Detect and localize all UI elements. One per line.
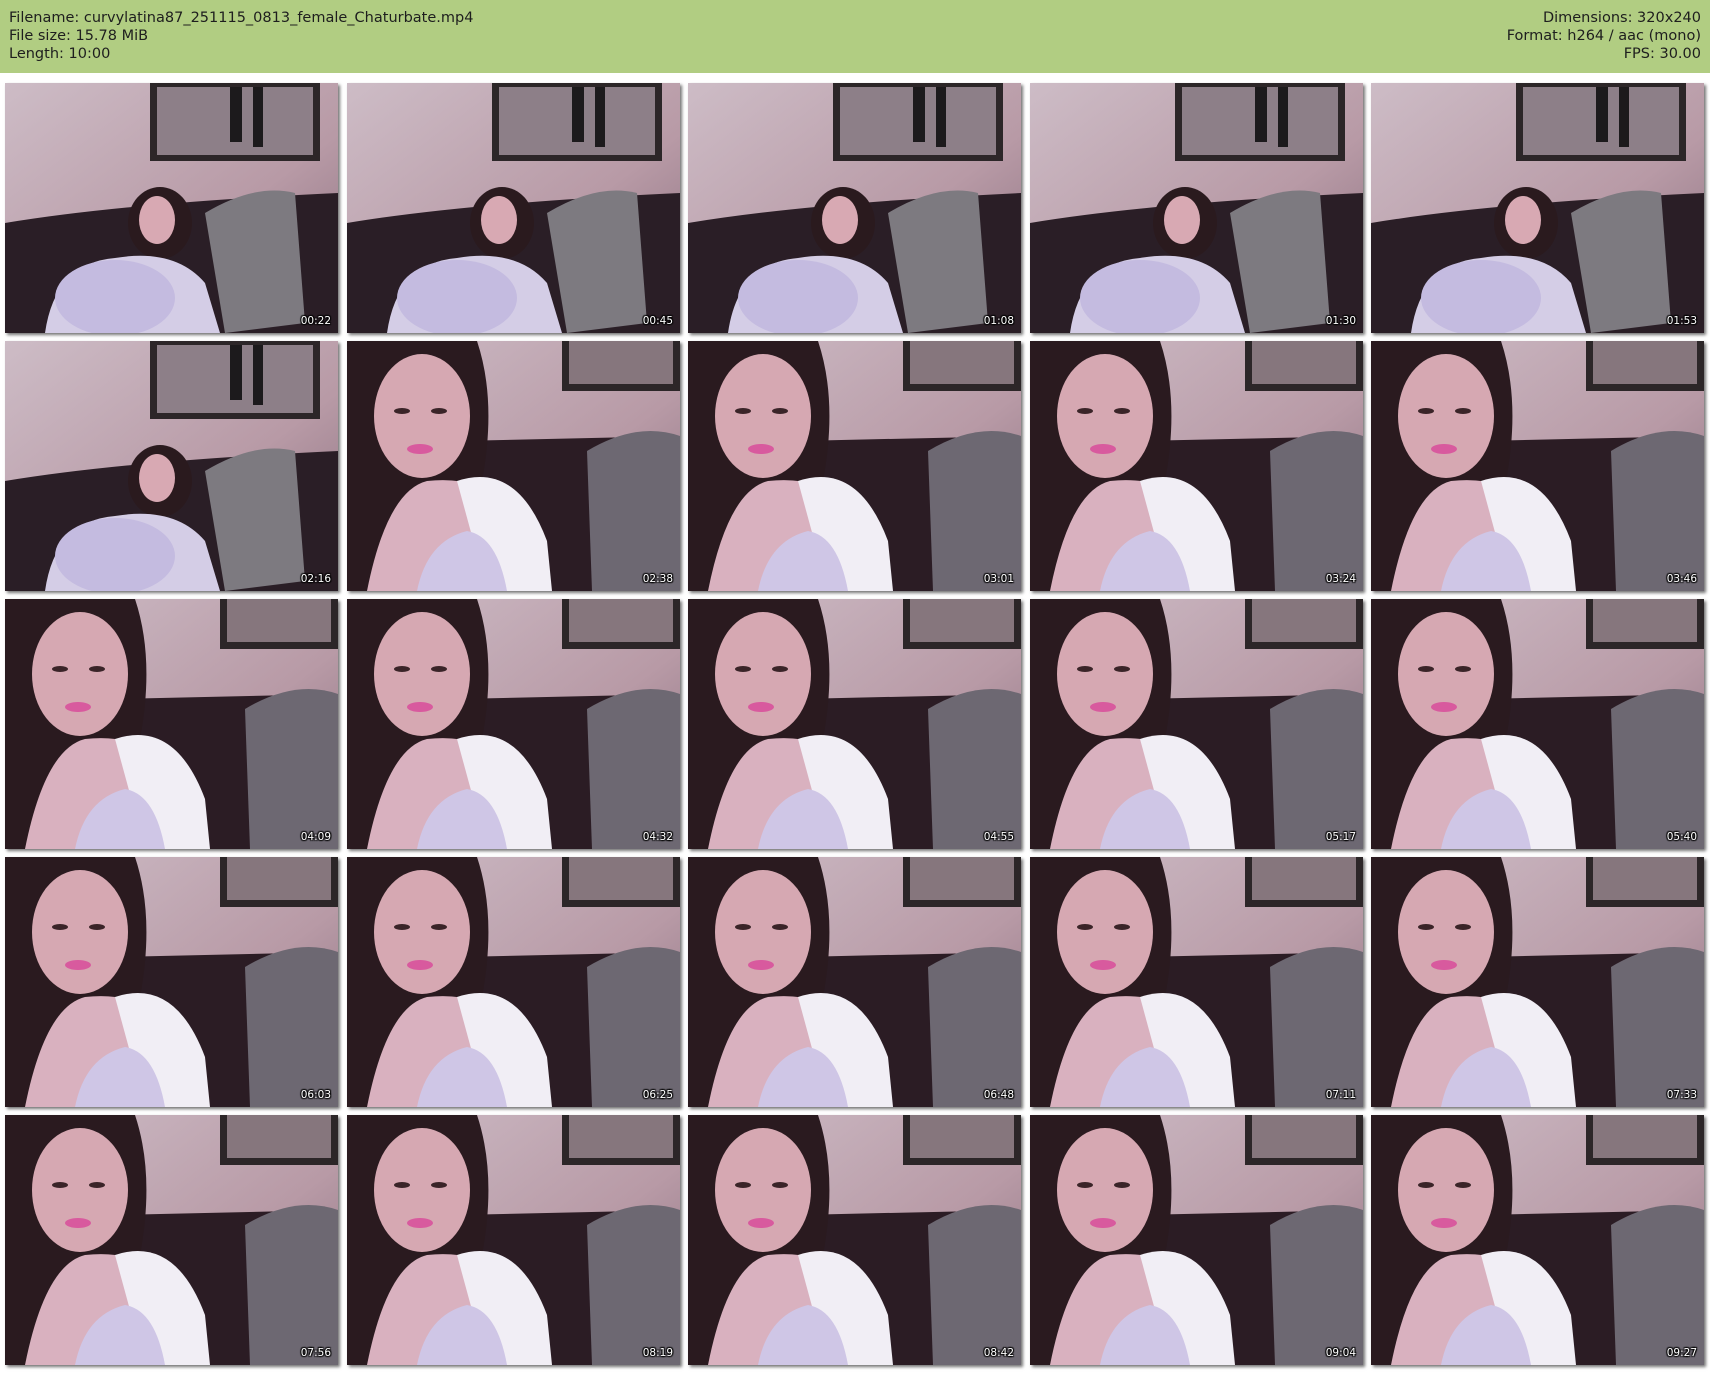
thumbnail-timestamp: 07:11 — [1325, 1089, 1356, 1101]
video-thumbnail: 03:24 — [1030, 341, 1363, 591]
thumbnail-grid: 00:22 00:45 01:08 01:30 01:53 02:16 02:38 03:01… — [5, 83, 1705, 1368]
video-thumbnail: 03:01 — [688, 341, 1021, 591]
video-thumbnail: 04:32 — [347, 599, 680, 849]
dimensions-text: Dimensions: 320x240 — [1542, 10, 1701, 26]
thumbnail-frame-image — [5, 83, 338, 333]
length-text: Length: 10:00 — [9, 46, 111, 62]
thumbnail-timestamp: 09:04 — [1325, 1347, 1356, 1359]
thumbnail-frame-image — [1030, 857, 1363, 1107]
thumbnail-frame-image — [688, 1115, 1021, 1365]
thumbnail-timestamp: 00:45 — [642, 315, 673, 327]
thumbnail-frame-image — [1030, 83, 1363, 333]
thumbnail-timestamp: 02:16 — [300, 573, 331, 585]
thumbnail-frame-image — [1371, 341, 1704, 591]
info-header: Filename: curvylatina87_251115_0813_fema… — [0, 0, 1710, 73]
thumbnail-timestamp: 06:48 — [983, 1089, 1014, 1101]
video-thumbnail: 02:16 — [5, 341, 338, 591]
thumbnail-frame-image — [1371, 857, 1704, 1107]
thumbnail-timestamp: 03:46 — [1666, 573, 1697, 585]
thumbnail-timestamp: 07:56 — [300, 1347, 331, 1359]
thumbnail-frame-image — [1030, 341, 1363, 591]
thumbnail-frame-image — [688, 83, 1021, 333]
thumbnail-timestamp: 01:08 — [983, 315, 1014, 327]
thumbnail-timestamp: 01:53 — [1666, 315, 1697, 327]
video-thumbnail: 03:46 — [1371, 341, 1704, 591]
video-thumbnail: 01:08 — [688, 83, 1021, 333]
thumbnail-frame-image — [347, 83, 680, 333]
thumbnail-timestamp: 09:27 — [1666, 1347, 1697, 1359]
video-thumbnail: 06:03 — [5, 857, 338, 1107]
thumbnail-frame-image — [1371, 83, 1704, 333]
video-thumbnail: 01:53 — [1371, 83, 1704, 333]
video-thumbnail: 07:11 — [1030, 857, 1363, 1107]
video-thumbnail: 02:38 — [347, 341, 680, 591]
video-thumbnail: 05:17 — [1030, 599, 1363, 849]
fps-text: FPS: 30.00 — [1623, 46, 1701, 62]
thumbnail-frame-image — [347, 857, 680, 1107]
filesize-text: File size: 15.78 MiB — [9, 28, 149, 44]
thumbnail-timestamp: 06:25 — [642, 1089, 673, 1101]
file-info-left: Filename: curvylatina87_251115_0813_fema… — [9, 9, 473, 63]
thumbnail-frame-image — [688, 857, 1021, 1107]
thumbnail-frame-image — [688, 599, 1021, 849]
video-thumbnail: 00:45 — [347, 83, 680, 333]
thumbnail-frame-image — [347, 341, 680, 591]
thumbnail-timestamp: 06:03 — [300, 1089, 331, 1101]
thumbnail-frame-image — [688, 341, 1021, 591]
file-info-right: Dimensions: 320x240 Format: h264 / aac (… — [1507, 9, 1701, 63]
video-thumbnail: 09:27 — [1371, 1115, 1704, 1365]
thumbnail-timestamp: 04:55 — [983, 831, 1014, 843]
thumbnail-timestamp: 00:22 — [300, 315, 331, 327]
video-thumbnail: 01:30 — [1030, 83, 1363, 333]
thumbnail-timestamp: 08:19 — [642, 1347, 673, 1359]
thumbnail-frame-image — [5, 857, 338, 1107]
thumbnail-frame-image — [1030, 1115, 1363, 1365]
thumbnail-frame-image — [1371, 599, 1704, 849]
video-thumbnail: 06:48 — [688, 857, 1021, 1107]
thumbnail-timestamp: 07:33 — [1666, 1089, 1697, 1101]
video-thumbnail: 06:25 — [347, 857, 680, 1107]
thumbnail-frame-image — [5, 1115, 338, 1365]
thumbnail-frame-image — [5, 341, 338, 591]
filename-text: Filename: curvylatina87_251115_0813_fema… — [9, 10, 474, 26]
video-thumbnail: 04:09 — [5, 599, 338, 849]
thumbnail-timestamp: 05:40 — [1666, 831, 1697, 843]
thumbnail-timestamp: 04:32 — [642, 831, 673, 843]
thumbnail-timestamp: 01:30 — [1325, 315, 1356, 327]
thumbnail-timestamp: 05:17 — [1325, 831, 1356, 843]
thumbnail-timestamp: 04:09 — [300, 831, 331, 843]
video-thumbnail: 07:56 — [5, 1115, 338, 1365]
video-thumbnail: 07:33 — [1371, 857, 1704, 1107]
video-thumbnail: 09:04 — [1030, 1115, 1363, 1365]
thumbnail-frame-image — [347, 1115, 680, 1365]
format-text: Format: h264 / aac (mono) — [1506, 28, 1701, 44]
video-thumbnail: 08:42 — [688, 1115, 1021, 1365]
thumbnail-frame-image — [1371, 1115, 1704, 1365]
video-thumbnail: 05:40 — [1371, 599, 1704, 849]
video-thumbnail: 04:55 — [688, 599, 1021, 849]
thumbnail-frame-image — [5, 599, 338, 849]
thumbnail-timestamp: 03:24 — [1325, 573, 1356, 585]
video-thumbnail: 08:19 — [347, 1115, 680, 1365]
thumbnail-frame-image — [347, 599, 680, 849]
thumbnail-timestamp: 08:42 — [983, 1347, 1014, 1359]
thumbnail-timestamp: 02:38 — [642, 573, 673, 585]
video-thumbnail: 00:22 — [5, 83, 338, 333]
thumbnail-frame-image — [1030, 599, 1363, 849]
thumbnail-timestamp: 03:01 — [983, 573, 1014, 585]
